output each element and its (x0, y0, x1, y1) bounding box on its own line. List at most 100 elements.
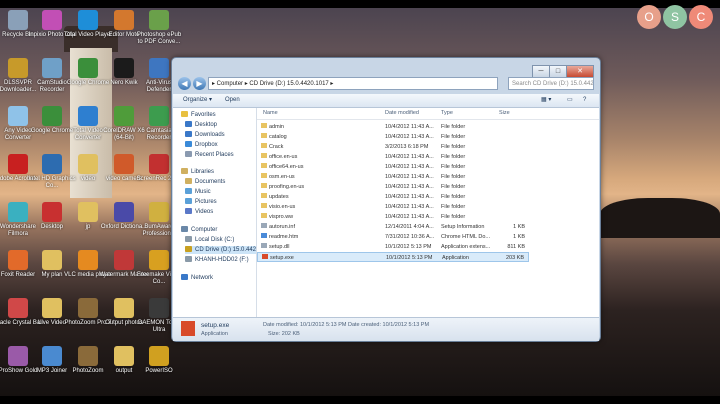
file-date: 10/4/2012 11:43 A... (385, 134, 434, 140)
desktop-icon-image (42, 10, 62, 30)
folder-icon (261, 133, 267, 138)
details-date-created: Date created: 10/1/2012 5:13 PM (348, 322, 430, 328)
file-name-cell: admin (261, 122, 284, 132)
sidebar-item-icon (185, 198, 192, 204)
help-icon[interactable]: ? (583, 94, 586, 107)
file-name: updates (269, 194, 289, 200)
sidebar-item[interactable]: Pictures (185, 198, 217, 206)
file-type: File folder (441, 194, 466, 200)
sidebar-item-label: Libraries (191, 169, 215, 175)
sidebar-item-label: Favorites (191, 112, 216, 118)
sidebar-item-label: Dropbox (195, 142, 218, 148)
sidebar-item-icon (185, 246, 192, 252)
organize-button[interactable]: Organize ▾ (183, 94, 212, 107)
sidebar-item-label: Desktop (195, 122, 218, 128)
file-name-cell: office.en-us (261, 152, 297, 162)
file-date: 10/4/2012 11:43 A... (385, 154, 434, 160)
file-name: vispro.ww (269, 214, 294, 220)
desktop-icon-image (149, 298, 169, 318)
file-row[interactable]: setup.dll 10/1/2012 5:13 PM Application ex… (257, 242, 529, 252)
file-row[interactable]: proofing.en-us 10/4/2012 11:43 A... File f… (257, 182, 529, 192)
desktop-icon-image (42, 154, 62, 174)
file-name-cell: vispro.ww (261, 212, 293, 222)
desktop-icon-image (114, 154, 134, 174)
file-row[interactable]: setup.exe 10/1/2012 5:13 PM Application 203… (257, 252, 529, 262)
desktop-icon-image (78, 298, 98, 318)
sidebar-item[interactable]: Music (185, 188, 211, 196)
details-size: Size: 202 KB (268, 331, 300, 337)
file-name: proofing.en-us (269, 184, 305, 190)
sea-rocks (600, 198, 720, 238)
back-button[interactable]: ◀ (178, 77, 191, 90)
column-date-modified[interactable]: Date modified (385, 108, 419, 119)
folder-icon (261, 213, 267, 218)
file-row[interactable]: office.en-us 10/4/2012 11:43 A... File fol… (257, 152, 529, 162)
column-type[interactable]: Type (441, 108, 453, 119)
file-row[interactable]: readme.htm 7/31/2012 10:36 A... Chrome HTM… (257, 232, 529, 242)
sidebar-item[interactable]: CD Drive (D:) 15.0.442 (185, 246, 257, 254)
sidebar-item[interactable]: KHANH-HDD02 (F:) (185, 256, 249, 264)
desktop-icon-label: output (115, 368, 133, 374)
file-row[interactable]: updates 10/4/2012 11:43 A... File folder (257, 192, 529, 202)
view-options-icon[interactable]: ▦ ▾ (541, 94, 551, 107)
sidebar-item-icon (185, 141, 192, 147)
desktop-icon[interactable]: Photoshop ePub to PDF Conve... (134, 10, 184, 46)
sidebar-item[interactable]: Videos (185, 208, 213, 216)
desktop-icon-image (8, 202, 28, 222)
file-row[interactable]: visio.en-us 10/4/2012 11:43 A... File fold… (257, 202, 529, 212)
sidebar-item[interactable]: Favorites (181, 111, 216, 119)
desktop-icon-image (114, 346, 134, 366)
sidebar-item-label: Computer (191, 227, 218, 233)
sidebar-item-icon (185, 151, 192, 157)
preview-pane-icon[interactable]: ▭ (567, 94, 573, 107)
desktop-icon[interactable]: PowerISO (134, 346, 184, 375)
open-button[interactable]: Open (225, 94, 240, 107)
address-bar[interactable]: ▸ Computer ▸ CD Drive (D:) 15.0.4420.101… (208, 77, 498, 90)
column-name[interactable]: Name (263, 108, 278, 119)
sidebar-item[interactable]: Local Disk (C:) (185, 236, 234, 244)
sidebar-item[interactable]: Libraries (181, 168, 214, 176)
sidebar-item[interactable]: Desktop (185, 121, 217, 129)
file-row[interactable]: vispro.ww 10/4/2012 11:43 A... File folder (257, 212, 529, 222)
letterbox-top (0, 0, 720, 8)
desktop-icon-image (8, 106, 28, 126)
sidebar-item-icon (181, 274, 188, 280)
sidebar-item-label: KHANH-HDD02 (F:) (195, 257, 249, 263)
sidebar-item-label: CD Drive (D:) 15.0.442 (195, 247, 257, 253)
sidebar-item[interactable]: Downloads (185, 131, 225, 139)
file-row[interactable]: office64.en-us 10/4/2012 11:43 A... File f… (257, 162, 529, 172)
desktop-icon-image (149, 10, 169, 30)
file-name: admin (269, 124, 284, 130)
file-row[interactable]: catalog 10/4/2012 11:43 A... File folder (257, 132, 529, 142)
sidebar-item[interactable]: Computer (181, 226, 217, 234)
explorer-window[interactable]: ─ □ ✕ ◀ ▶ ▸ Computer ▸ CD Drive (D:) 15.0.… (171, 57, 601, 342)
desktop-icon-image (114, 298, 134, 318)
file-row[interactable]: autorun.inf 12/14/2011 4:04 A... Setup Inf… (257, 222, 529, 232)
file-name-cell: office64.en-us (261, 162, 303, 172)
folder-icon (261, 143, 267, 148)
desktop-icon-image (78, 346, 98, 366)
desktop-icon-label: Live Video (38, 320, 66, 326)
column-size[interactable]: Size (499, 108, 510, 119)
sidebar-item[interactable]: Dropbox (185, 141, 218, 149)
file-name-cell: visio.en-us (261, 202, 295, 212)
file-size: 1 KB (513, 234, 525, 240)
desktop-icon-label: Desktop (40, 224, 63, 230)
desktop-icon-image (8, 10, 28, 30)
sidebar-item[interactable]: Recent Places (185, 151, 234, 159)
file-name: setup.exe (270, 255, 294, 261)
desktop-icon-label: My plan (41, 272, 63, 278)
file-row[interactable]: osm.en-us 10/4/2012 11:43 A... File folder (257, 172, 529, 182)
desktop-icon-image (114, 202, 134, 222)
desktop-icon-image (149, 346, 169, 366)
sidebar-item[interactable]: Documents (185, 178, 225, 186)
forward-button[interactable]: ▶ (193, 77, 206, 90)
file-icon (261, 233, 267, 238)
sidebar-item[interactable]: Network (181, 274, 213, 282)
file-name-cell: osm.en-us (261, 172, 295, 182)
file-type: File folder (441, 134, 466, 140)
file-type: Setup Information (441, 224, 485, 230)
file-row[interactable]: Crack 3/2/2013 6:18 PM File folder (257, 142, 529, 152)
search-input[interactable]: Search CD Drive (D:) 15.0.442... (508, 77, 594, 90)
file-row[interactable]: admin 10/4/2012 11:43 A... File folder (257, 122, 529, 132)
